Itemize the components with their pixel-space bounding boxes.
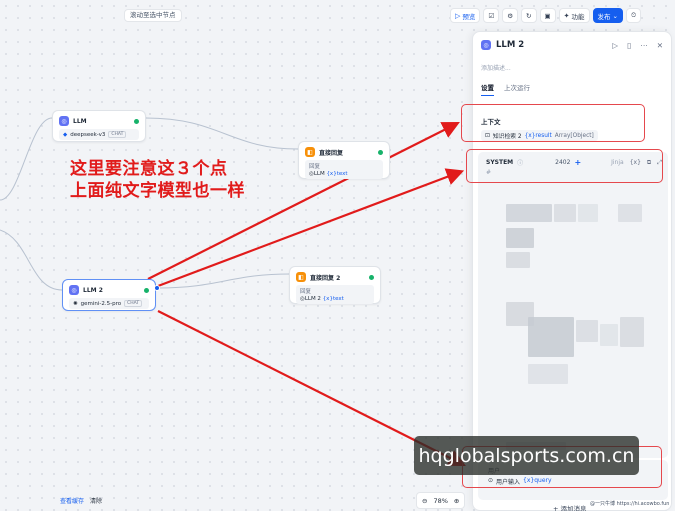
history-button[interactable]: ⏲	[625, 8, 642, 23]
gemini-icon: ✺	[73, 300, 78, 307]
checklist-icon: ☑	[488, 11, 495, 20]
chevron-down-icon: ⌄	[612, 11, 618, 20]
zoom-in-icon[interactable]: ⊕	[454, 497, 459, 505]
system-prompt-editor[interactable]: SYSTEM ⓘ 2402 + Jinja {x} ⧉ ⤢ #	[478, 152, 668, 458]
tab-last-run[interactable]: 上次运行	[504, 82, 530, 96]
llm-icon: ◎	[69, 285, 79, 295]
history-icon: ⏲	[630, 11, 637, 19]
scroll-to-selected-button[interactable]: 滚动至选中节点	[124, 9, 182, 22]
watermark-overlay: hqglobalsports.com.cn	[414, 436, 639, 475]
publish-button[interactable]: 发布 ⌄	[592, 8, 623, 23]
annotation-text: 这里要注意这３个点 上面纯文字模型也一样	[70, 158, 245, 202]
variables-button[interactable]: ⚙	[502, 8, 519, 23]
annotation-line-2: 上面纯文字模型也一样	[70, 181, 245, 201]
llm-icon: ◎	[59, 116, 69, 126]
bottom-left-controls: 查看缓存 清除	[60, 496, 102, 505]
doc-icon[interactable]: ▯	[627, 41, 631, 50]
tab-settings[interactable]: 设置	[481, 82, 494, 96]
close-icon[interactable]: ✕	[657, 41, 663, 50]
context-highlight	[461, 104, 645, 142]
add-next-node-handle[interactable]	[154, 285, 160, 291]
more-icon[interactable]: ⋯	[640, 41, 648, 50]
clear-button[interactable]: 清除	[90, 496, 102, 505]
llm2-node[interactable]: ◎ LLM 2 ✺ gemini-2.5-pro CHAT	[62, 279, 156, 311]
description-input[interactable]: 添加描述...	[481, 63, 511, 72]
features-button[interactable]: ✦ 功能	[558, 8, 590, 23]
env-button[interactable]: ▣	[539, 8, 556, 23]
refresh-icon: ↻	[526, 11, 532, 20]
variable-icon: ⚙	[507, 11, 514, 20]
success-status-icon	[134, 118, 139, 124]
system-highlight	[466, 149, 663, 183]
answer-icon: ◧	[296, 272, 306, 282]
box-icon: ▣	[544, 11, 551, 20]
annotation-line-1: 这里要注意这３个点	[70, 159, 228, 179]
play-icon: ▷	[455, 11, 461, 20]
zoom-out-icon[interactable]: ⊖	[422, 497, 427, 505]
answer-icon: ◧	[305, 147, 315, 157]
preview-button[interactable]: ▷ 预览	[450, 8, 481, 23]
zoom-control: ⊖ 78% ⊕	[416, 492, 466, 509]
answer-node[interactable]: ◧ 直接回复 回复 ◎LLM {x}text	[298, 141, 390, 179]
run-node-icon[interactable]: ▷	[612, 41, 618, 50]
add-message-button[interactable]: + 添加消息	[553, 503, 587, 511]
top-toolbar: ▷ 预览 ☑ ⚙ ↻ ▣ ✦ 功能 发布 ⌄ ⏲	[450, 7, 642, 24]
features-icon: ✦	[563, 11, 570, 20]
success-status-icon	[144, 287, 149, 293]
llm-icon: ◎	[481, 40, 491, 50]
success-status-icon	[369, 274, 374, 280]
llm-node[interactable]: ◎ LLM ◆ deepseek-v3 CHAT	[52, 110, 146, 142]
answer2-node[interactable]: ◧ 直接回复 2 回复 ◎LLM 2 {x}text	[289, 266, 381, 304]
panel-title: LLM 2	[496, 40, 525, 50]
model-icon: ◆	[63, 131, 68, 138]
author-credit: @一只牛博 https://hi.acowbo.fun	[590, 501, 670, 507]
zoom-level[interactable]: 78%	[433, 497, 447, 505]
refresh-button[interactable]: ↻	[521, 8, 537, 23]
checklist-button[interactable]: ☑	[483, 8, 500, 23]
view-cache-button[interactable]: 查看缓存	[60, 496, 84, 505]
success-status-icon	[378, 149, 383, 155]
